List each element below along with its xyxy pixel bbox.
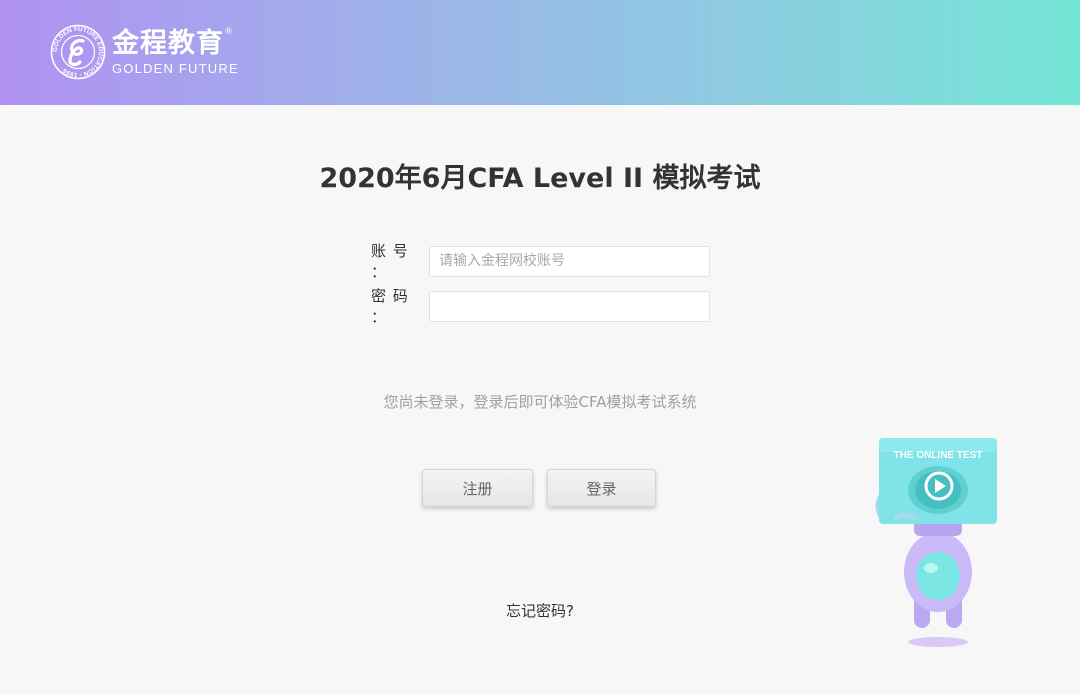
mascot-belly [916, 552, 960, 600]
brand-name-cn-text: 金程教育 [112, 27, 224, 59]
login-notice: 您尚未登录，登录后即可体验CFA模拟考试系统 [383, 393, 697, 411]
brand-logo[interactable]: GOLDEN FUTURE EDUCATION · 1996 · 金程教育 ® G… [50, 24, 239, 80]
account-row: 账 号 ： [371, 242, 710, 281]
account-label: 账 号 ： [371, 242, 409, 281]
password-input[interactable] [429, 290, 710, 322]
robot-mascot-icon: THE ONLINE TEST [875, 438, 997, 647]
brand-name-cn: 金程教育 ® [112, 27, 233, 59]
mascot-screen-text: THE ONLINE TEST [894, 450, 983, 461]
account-input[interactable] [429, 245, 710, 277]
top-banner: GOLDEN FUTURE EDUCATION · 1996 · 金程教育 ® G… [0, 0, 1080, 105]
mascot-shadow [908, 637, 968, 647]
page-title: 2020年6月CFA Level II 模拟考试 [319, 163, 761, 194]
password-row: 密 码 ： [371, 287, 710, 326]
registered-mark: ® [224, 26, 234, 37]
login-button[interactable]: 登录 [547, 469, 656, 507]
password-label: 密 码 ： [371, 287, 409, 326]
register-button[interactable]: 注册 [422, 469, 533, 507]
brand-seal-icon: GOLDEN FUTURE EDUCATION · 1996 · [50, 24, 106, 80]
brand-wordmark: 金程教育 ® GOLDEN FUTURE [112, 27, 239, 76]
brand-name-en: GOLDEN FUTURE [112, 60, 239, 76]
